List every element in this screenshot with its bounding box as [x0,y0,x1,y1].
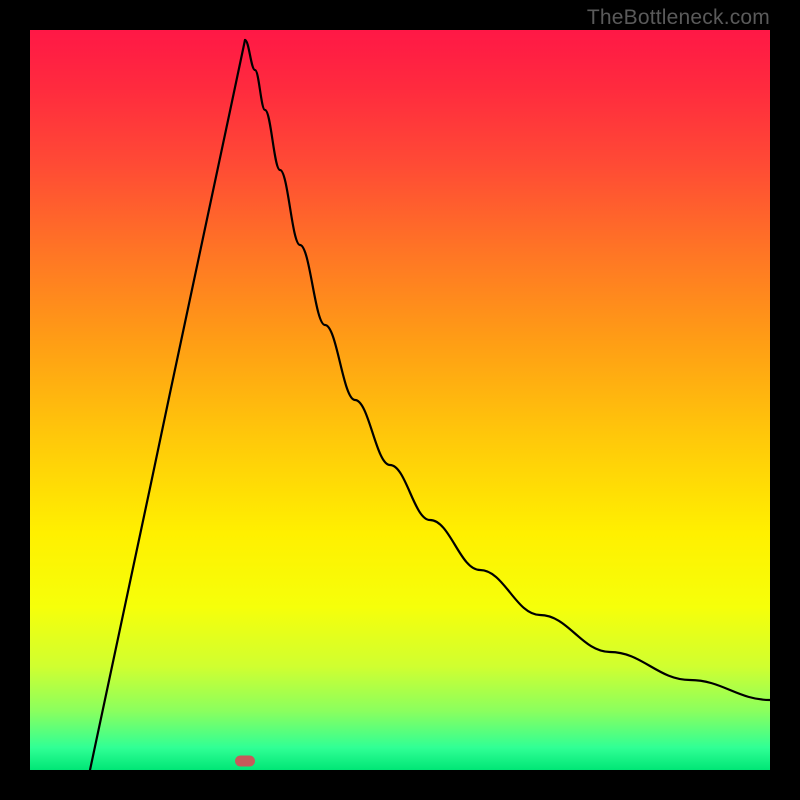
plot-area [30,30,770,770]
bottleneck-curve [30,30,770,770]
watermark-text: TheBottleneck.com [587,6,770,30]
minimum-marker [235,756,255,767]
chart-frame: TheBottleneck.com [0,0,800,800]
